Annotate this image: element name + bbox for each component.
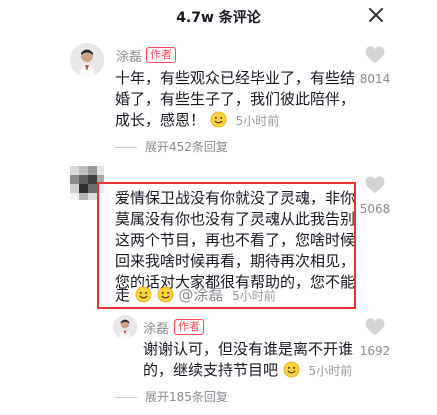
like-count: 1692 [359,344,391,358]
smile-emoji-icon [210,111,227,128]
divider [115,147,137,148]
comment-text-line-last: 成长，感恩！ 5小时前 [115,111,279,130]
comment-time: 5小时前 [235,114,280,128]
author-avatar[interactable] [70,43,104,77]
comment-text: 的，继续支持节目吧 [143,361,279,379]
divider [115,397,137,398]
expand-replies-label: 展开452条回复 [145,140,228,154]
expand-replies-label: 展开185条回复 [145,390,228,404]
author-avatar[interactable] [113,315,137,339]
comment-text-line: 婚了，有些生子了，我们彼此陪伴， [115,90,356,108]
like-button[interactable]: 1692 [355,317,395,358]
smile-emoji-icon [135,286,152,303]
heart-icon [365,318,385,335]
comment-text-line: 回来我啥时候再看，期待再次相见， [115,252,356,270]
heart-icon [365,176,385,193]
author-name[interactable]: 涂磊 [116,46,142,65]
comment-text: 走 [115,286,131,304]
comment-text-line: 十年，有些观众已经毕业了，有些结 [115,69,356,87]
comment-text-line: 爱情保卫战没有你就没了灵魂，非你 [115,189,356,207]
author-name[interactable]: 涂磊 [143,318,169,337]
close-button[interactable] [361,2,391,32]
smile-emoji-icon [157,286,174,303]
expand-replies-button[interactable]: 展开185条回复 [115,388,228,405]
comment-panel: 4.7w 条评论 涂磊 作者 十年，有些观众已经毕业了，有些结 婚了，有些生子了… [0,0,437,415]
comment-text-line: 莫属没有你也没有了灵魂从此我告别 [115,210,356,228]
avatar-icon [70,43,104,77]
like-count: 8014 [359,72,391,86]
heart-icon [365,46,385,63]
expand-replies-button[interactable]: 展开452条回复 [115,138,228,155]
comment-text-line-last: 的，继续支持节目吧 5小时前 [143,361,352,380]
comment-text-line: 这两个节目，再也不看了，您啥时候 [115,231,356,249]
comment-text-line: 谢谢认可，但没有谁是离不开谁 [143,340,354,358]
comment-text: 成长，感恩！ [115,111,206,129]
comment-time: 5小时前 [232,289,276,303]
comment-text-line-last: 走 @涂磊 5小时前 [115,286,276,305]
comment-time: 5小时前 [308,364,353,378]
avatar-icon [113,315,137,339]
mention-link[interactable]: @涂磊 [178,286,223,304]
author-tag: 作者 [146,47,176,63]
like-button[interactable]: 5068 [355,175,395,216]
author-tag: 作者 [174,319,204,335]
comments-header: 4.7w 条评论 [0,0,437,36]
like-button[interactable]: 8014 [355,45,395,86]
close-icon [369,8,383,22]
smile-emoji-icon [283,361,300,378]
like-count: 5068 [359,202,391,216]
